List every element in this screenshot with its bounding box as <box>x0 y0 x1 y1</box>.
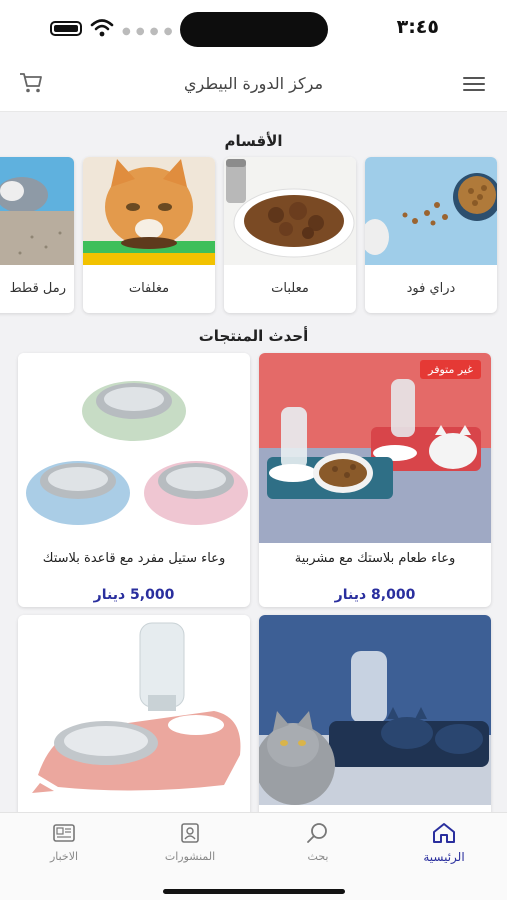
search-icon <box>307 823 327 843</box>
tab-label: الرئيسية <box>423 850 465 864</box>
tab-posts[interactable]: المنشورات <box>140 821 240 871</box>
category-image <box>0 157 74 265</box>
product-card[interactable]: وعاء ستيل مفرد مع قاعدة بلاستك 5,000 دين… <box>18 353 250 607</box>
product-price: 8,000 دينار <box>334 587 416 603</box>
tab-label: المنشورات <box>164 850 216 863</box>
category-card-canned-food[interactable]: معلبات <box>224 157 356 313</box>
products-section-title: أحدث المنتجات <box>198 327 309 345</box>
category-card-dry-food[interactable]: دراي فود <box>365 157 497 313</box>
category-image <box>83 157 215 265</box>
product-card[interactable] <box>18 615 250 812</box>
product-image <box>18 353 250 543</box>
main-content[interactable]: الأقسام دراي فود معلبات مغلفات رمل قطط أ… <box>0 112 507 812</box>
news-icon <box>53 824 75 842</box>
status-bar: ● ● ● ● ٣:٤٥ <box>0 0 507 58</box>
category-card-cat-litter[interactable]: رمل قطط <box>0 157 74 313</box>
cellular-signal-icon: ● ● ● ● <box>122 26 174 37</box>
home-icon <box>433 823 455 843</box>
product-image <box>259 615 491 805</box>
tab-label: بحث <box>307 850 329 863</box>
tab-label: الاخبار <box>49 850 79 863</box>
category-label: رمل قطط <box>9 281 66 296</box>
product-name: وعاء ستيل مفرد مع قاعدة بلاستك <box>42 551 226 566</box>
category-label: مغلفات <box>128 281 170 296</box>
category-label: دراي فود <box>406 281 456 296</box>
wifi-icon <box>90 19 114 37</box>
category-card-pouches[interactable]: مغلفات <box>83 157 215 313</box>
tab-news[interactable]: الاخبار <box>14 821 114 871</box>
dynamic-island <box>180 12 328 47</box>
product-image <box>18 615 250 805</box>
product-price: 5,000 دينار <box>93 587 175 603</box>
category-image <box>365 157 497 265</box>
tab-search[interactable]: بحث <box>268 821 368 871</box>
categories-section-title: الأقسام <box>224 132 283 150</box>
hamburger-menu-icon[interactable] <box>463 77 485 93</box>
page-title: مركز الدورة البيطري <box>183 74 324 93</box>
categories-carousel[interactable]: دراي فود معلبات مغلفات رمل قطط <box>0 157 507 315</box>
tab-home[interactable]: الرئيسية <box>394 821 494 871</box>
product-card[interactable] <box>259 615 491 812</box>
home-indicator[interactable] <box>163 889 345 894</box>
product-image <box>259 353 491 543</box>
product-card[interactable]: غير متوفر وعاء طعام بلاستك مع مشربية 8,0… <box>259 353 491 607</box>
status-time: ٣:٤٥ <box>396 16 439 38</box>
category-image <box>224 157 356 265</box>
posts-icon <box>181 823 199 843</box>
product-name: وعاء طعام بلاستك مع مشربية <box>294 551 456 566</box>
category-label: معلبات <box>271 281 309 296</box>
app-bar: مركز الدورة البيطري <box>0 58 507 112</box>
bottom-tab-bar: الرئيسية بحث المنشورات الاخبار <box>0 812 507 900</box>
battery-icon <box>50 21 82 36</box>
out-of-stock-badge: غير متوفر <box>420 360 481 379</box>
